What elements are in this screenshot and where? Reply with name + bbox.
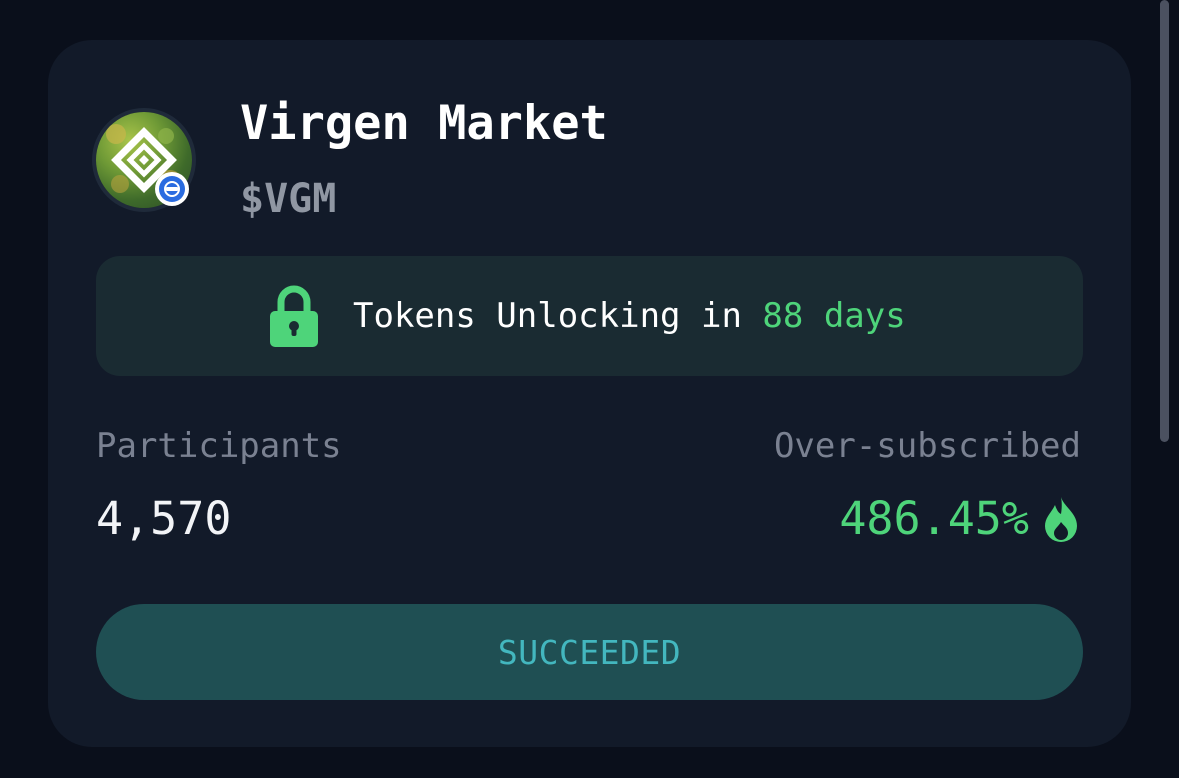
lock-icon (270, 285, 318, 347)
unlock-prefix: Tokens Unlocking in (353, 296, 742, 336)
participants-value: 4,570 (96, 492, 232, 545)
oversubscribed-stat: 486.45% (839, 492, 1079, 546)
participants-label: Participants (96, 426, 342, 466)
sale-status-label: SUCCEEDED (497, 632, 682, 672)
page-scrollbar[interactable] (1160, 0, 1169, 442)
project-ticker: $VGM (240, 176, 337, 222)
sale-card[interactable]: Virgen Market $VGM Tokens Unlocking in 8… (48, 40, 1131, 747)
token-unlock-banner: Tokens Unlocking in 88 days (96, 256, 1083, 376)
project-name: Virgen Market (240, 96, 608, 151)
unlock-days: 88 days (762, 296, 906, 336)
sale-status-button[interactable]: SUCCEEDED (96, 604, 1083, 700)
oversubscribed-label: Over-subscribed (773, 426, 1081, 466)
flame-icon (1045, 497, 1077, 542)
verified-minus-badge-icon (155, 172, 189, 206)
unlock-message: Tokens Unlocking in 88 days (353, 292, 906, 340)
oversubscribed-value: 486.45% (839, 492, 1029, 545)
